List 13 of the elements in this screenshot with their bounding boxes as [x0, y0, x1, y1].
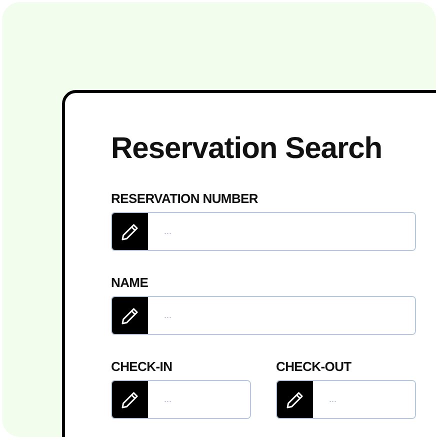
form-title: Reservation Search: [111, 131, 384, 167]
input-field[interactable]: ...: [111, 212, 416, 251]
pencil-icon[interactable]: [277, 381, 313, 418]
input-field[interactable]: ...: [111, 296, 416, 335]
pencil-icon[interactable]: [112, 381, 148, 418]
field-label: CHECK-IN: [111, 359, 174, 375]
input-field[interactable]: ...: [111, 380, 251, 419]
field-label: RESERVATION NUMBER: [111, 191, 260, 207]
input-field[interactable]: ...: [276, 380, 416, 419]
field-label: NAME: [111, 275, 150, 291]
field-label: CHECK-OUT: [276, 359, 352, 375]
pencil-icon[interactable]: [112, 213, 148, 250]
pencil-icon[interactable]: [112, 297, 148, 334]
